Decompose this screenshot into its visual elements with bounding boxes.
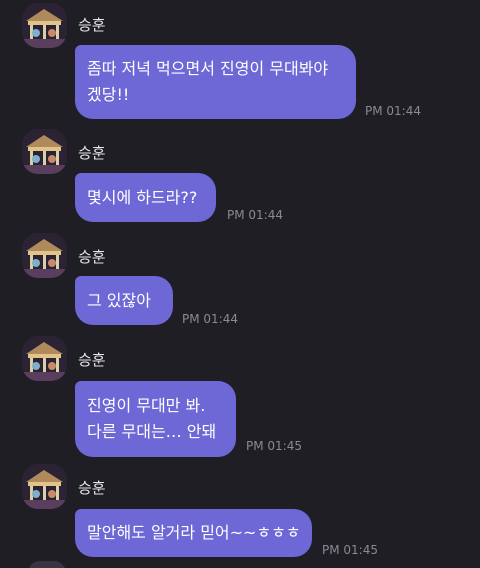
carousel-avatar-icon: [22, 336, 67, 381]
carousel-avatar-icon: [22, 129, 67, 174]
message-bubble[interactable]: 진영이 무대만 봐. 다른 무대는… 안돼: [75, 381, 236, 457]
carousel-avatar-icon: [22, 233, 67, 278]
avatar[interactable]: [28, 561, 66, 568]
avatar[interactable]: [22, 464, 67, 509]
carousel-avatar-icon: [22, 464, 67, 509]
message-timestamp: PM 01:44: [182, 312, 238, 326]
message-timestamp: PM 01:45: [246, 439, 302, 453]
message-bubble[interactable]: 몇시에 하드라??: [75, 173, 216, 222]
sender-name: 승훈: [78, 248, 106, 266]
message-line: 그 있잖아: [87, 291, 151, 310]
message-line: 진영이 무대만 봐.: [87, 396, 206, 415]
avatar[interactable]: [22, 129, 67, 174]
sender-name: 승훈: [78, 16, 106, 34]
avatar[interactable]: [22, 233, 67, 278]
message-bubble[interactable]: 그 있잖아: [75, 276, 173, 325]
message-line: 겠당!!: [87, 85, 130, 104]
sender-name: 승훈: [78, 479, 106, 497]
sender-name: 승훈: [78, 144, 106, 162]
sender-name: 승훈: [78, 351, 106, 369]
message-line: 좀따 저녁 먹으면서 진영이 무대봐야: [87, 59, 329, 78]
message-line: 몇시에 하드라??: [87, 188, 198, 207]
chat-screen: 승훈 좀따 저녁 먹으면서 진영이 무대봐야 겠당!! PM 01:44 승훈 …: [0, 0, 480, 568]
message-timestamp: PM 01:44: [365, 104, 421, 118]
message-line: 말안해도 알거라 믿어~~ㅎㅎㅎ: [87, 523, 301, 542]
message-bubble[interactable]: 말안해도 알거라 믿어~~ㅎㅎㅎ: [75, 509, 312, 557]
message-timestamp: PM 01:44: [227, 208, 283, 222]
avatar[interactable]: [22, 3, 67, 48]
carousel-avatar-icon: [22, 3, 67, 48]
avatar[interactable]: [22, 336, 67, 381]
message-line: 다른 무대는… 안돼: [87, 422, 217, 441]
message-bubble[interactable]: 좀따 저녁 먹으면서 진영이 무대봐야 겠당!!: [75, 45, 356, 119]
message-timestamp: PM 01:45: [322, 543, 378, 557]
